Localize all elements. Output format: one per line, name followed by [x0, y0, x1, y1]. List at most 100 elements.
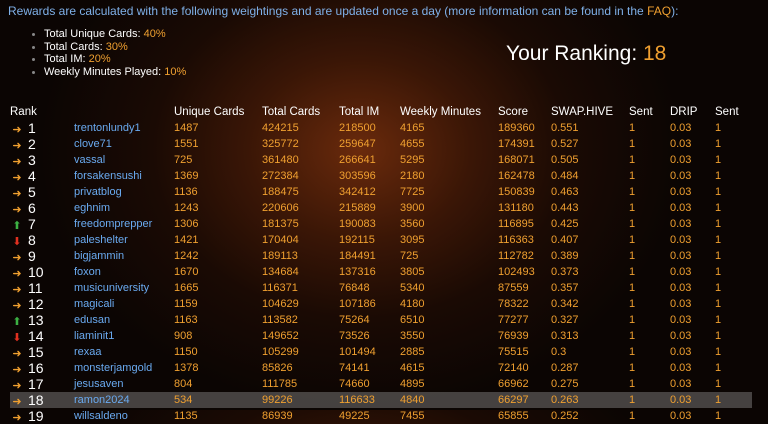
player-name[interactable]: foxon	[74, 264, 174, 280]
weighting-item: Total Unique Cards: 40%	[32, 28, 186, 41]
sent-drip-status: 1	[715, 138, 722, 150]
weighting-value: 10%	[164, 65, 187, 78]
unique-cards: 1378	[174, 362, 199, 374]
sent-status: 1	[629, 362, 636, 374]
arrow-right-icon: ➜	[12, 412, 22, 424]
player-name[interactable]: vassal	[74, 152, 174, 168]
table-row: ➜ 1 trentonlundy1 1487 424215 218500 4165 18936…	[10, 120, 752, 136]
sent-drip-status: 1	[715, 410, 722, 422]
sent-drip-status: 1	[715, 314, 722, 326]
table-row: ➜ 3 vassal 725 361480 266641 5295 168071 0.505 1 0…	[10, 152, 752, 168]
sent-drip-status: 1	[715, 250, 722, 262]
rank-cell: ⬆ 13	[10, 312, 74, 328]
weighting-value: 20%	[88, 53, 111, 65]
weekly-minutes: 3900	[400, 202, 425, 214]
unique-cards: 1243	[174, 202, 199, 214]
player-name[interactable]: monsterjamgold	[74, 360, 174, 376]
arrow-right-icon: ➜	[12, 252, 22, 264]
total-im: 215889	[339, 202, 376, 214]
score: 72140	[498, 362, 529, 374]
swap-hive: 0.357	[551, 282, 579, 294]
player-name[interactable]: paleshelter	[74, 232, 174, 248]
total-im: 75264	[339, 314, 370, 326]
total-im: 303596	[339, 170, 376, 182]
total-im: 76848	[339, 282, 370, 294]
sent-status: 1	[629, 122, 636, 134]
weekly-minutes: 4840	[400, 392, 498, 408]
rank-number: 13	[28, 312, 44, 328]
table-row: ➜ 15 rexaa 1150 105299 101494 2885 75515 0.3 1 0.0…	[10, 344, 752, 360]
table-row: ➜ 18 ramon2024 534 99226 116633 4840 66297 0.263…	[10, 392, 752, 408]
player-name[interactable]: privatblog	[74, 184, 174, 200]
swap-hive: 0.3	[551, 346, 567, 358]
total-im: 107186	[339, 298, 376, 310]
sent-status: 1	[629, 314, 636, 326]
weekly-minutes: 4165	[400, 122, 425, 134]
table-row: ⬇ 14 liaminit1 908 149652 73526 3550 76939 0.313…	[10, 328, 752, 344]
drip: 0.03	[670, 170, 692, 182]
total-cards: 86939	[262, 410, 293, 422]
rank-cell: ➜ 2	[10, 136, 74, 152]
player-name[interactable]: edusan	[74, 312, 174, 328]
player-name[interactable]: rexaa	[74, 344, 174, 360]
total-im: 74141	[339, 362, 370, 374]
rank-cell: ⬇ 14	[10, 328, 74, 344]
rank-cell: ⬇ 8	[10, 232, 74, 248]
score: 162478	[498, 170, 535, 182]
total-cards: 188475	[262, 186, 299, 198]
sent-drip-status: 1	[715, 392, 752, 408]
faq-link[interactable]: FAQ	[647, 4, 671, 18]
swap-hive: 0.443	[551, 202, 579, 214]
player-name[interactable]: eghnim	[74, 200, 174, 216]
swap-hive: 0.252	[551, 410, 579, 422]
arrow-right-icon: ➜	[12, 172, 22, 184]
player-name[interactable]: jesusaven	[74, 376, 174, 392]
weighting-item: Total Cards: 30%	[32, 41, 186, 54]
drip: 0.03	[670, 138, 692, 150]
total-cards: 111785	[262, 378, 298, 390]
total-cards: 134684	[262, 266, 299, 278]
player-name[interactable]: clove71	[74, 136, 174, 152]
sent-drip-status: 1	[715, 378, 722, 390]
player-name[interactable]: bigjammin	[74, 248, 174, 264]
swap-hive: 0.327	[551, 314, 579, 326]
player-name[interactable]: magicali	[74, 296, 174, 312]
rank-cell: ➜ 16	[10, 360, 74, 376]
ranking-value: 18	[642, 42, 667, 65]
table-row: ⬆ 7 freedomprepper 1306 181375 190083 3560 1168…	[10, 216, 752, 232]
weekly-minutes: 4895	[400, 378, 425, 390]
weekly-minutes: 4655	[400, 138, 425, 150]
score: 78322	[498, 298, 529, 310]
swap-hive: 0.505	[551, 154, 579, 166]
drip: 0.03	[670, 122, 692, 134]
total-im: 342412	[339, 186, 376, 198]
drip: 0.03	[670, 234, 692, 246]
unique-cards: 1306	[174, 218, 199, 230]
player-name[interactable]: liaminit1	[74, 328, 174, 344]
arrow-down-icon: ⬇	[12, 332, 22, 344]
total-cards: 85826	[262, 362, 293, 374]
unique-cards: 1487	[174, 122, 199, 134]
player-name[interactable]: freedomprepper	[74, 216, 174, 232]
header-unique-cards: Unique Cards	[174, 106, 245, 118]
rank-number: 17	[28, 376, 44, 392]
arrow-right-icon: ➜	[12, 124, 22, 136]
sent-status: 1	[629, 298, 636, 310]
rank-number: 5	[28, 184, 36, 200]
weekly-minutes: 7455	[400, 410, 425, 422]
sent-drip-status: 1	[715, 346, 722, 358]
player-name[interactable]: musicuniversity	[74, 280, 174, 296]
rank-cell: ➜ 3	[10, 152, 74, 168]
rank-number: 1	[28, 120, 36, 136]
score: 75515	[498, 346, 529, 358]
header-weekly-minutes: Weekly Minutes	[400, 106, 481, 118]
drip: 0.03	[670, 202, 692, 214]
player-name[interactable]: ramon2024	[74, 392, 174, 408]
player-name[interactable]: trentonlundy1	[74, 120, 174, 136]
player-name[interactable]: willsaldeno	[74, 408, 174, 424]
sent-status: 1	[629, 282, 636, 294]
player-name[interactable]: forsakensushi	[74, 168, 174, 184]
arrow-right-icon: ➜	[12, 204, 22, 216]
sent-drip-status: 1	[715, 298, 722, 310]
rank-number: 2	[28, 136, 36, 152]
